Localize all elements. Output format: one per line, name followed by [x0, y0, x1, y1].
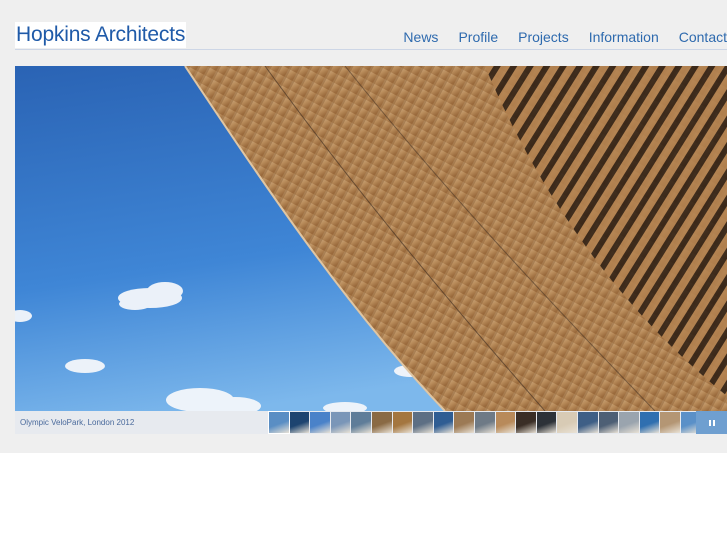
slide-thumbnail[interactable]: [392, 412, 413, 433]
slide-thumbnail[interactable]: [454, 412, 474, 433]
slide-thumbnail[interactable]: [330, 412, 351, 433]
nav-item-contact[interactable]: Contact: [679, 28, 727, 46]
pause-button[interactable]: [696, 411, 727, 434]
hero-image[interactable]: [15, 66, 727, 411]
logo[interactable]: Hopkins Architects: [15, 22, 187, 48]
slide-thumbnail[interactable]: [474, 412, 495, 433]
slide-thumbnail[interactable]: [598, 412, 619, 433]
slide-thumbnail[interactable]: [371, 412, 392, 433]
main-nav: News Profile Projects Information Contac…: [403, 28, 727, 46]
header-divider: [15, 49, 727, 50]
slide-thumbnail[interactable]: [351, 412, 371, 433]
pause-icon: [708, 419, 711, 426]
slide-thumbnail[interactable]: [660, 412, 680, 433]
slide-thumbnail[interactable]: [619, 412, 639, 433]
slide-thumbnail[interactable]: [577, 412, 598, 433]
nav-item-information[interactable]: Information: [589, 28, 659, 46]
nav-item-news[interactable]: News: [403, 28, 438, 46]
slide-thumbnail[interactable]: [268, 411, 290, 434]
slide-thumbnail[interactable]: [516, 412, 536, 433]
slide-thumbnail[interactable]: [639, 412, 660, 433]
slide-thumbnail[interactable]: [495, 412, 516, 433]
nav-item-profile[interactable]: Profile: [458, 28, 498, 46]
nav-item-projects[interactable]: Projects: [518, 28, 569, 46]
slide-thumbnail[interactable]: [536, 412, 557, 433]
pause-icon: [712, 419, 715, 426]
slide-thumbnail[interactable]: [433, 412, 454, 433]
slideshow-bar: Olympic VeloPark, London 2012: [15, 411, 727, 434]
slide-thumbnail[interactable]: [413, 412, 433, 433]
slide-thumbnail[interactable]: [310, 412, 330, 433]
slide-caption: Olympic VeloPark, London 2012: [20, 418, 135, 427]
slide-thumbnail[interactable]: [557, 412, 577, 433]
thumbnail-strip: [268, 411, 701, 434]
slide-thumbnail[interactable]: [289, 412, 310, 433]
